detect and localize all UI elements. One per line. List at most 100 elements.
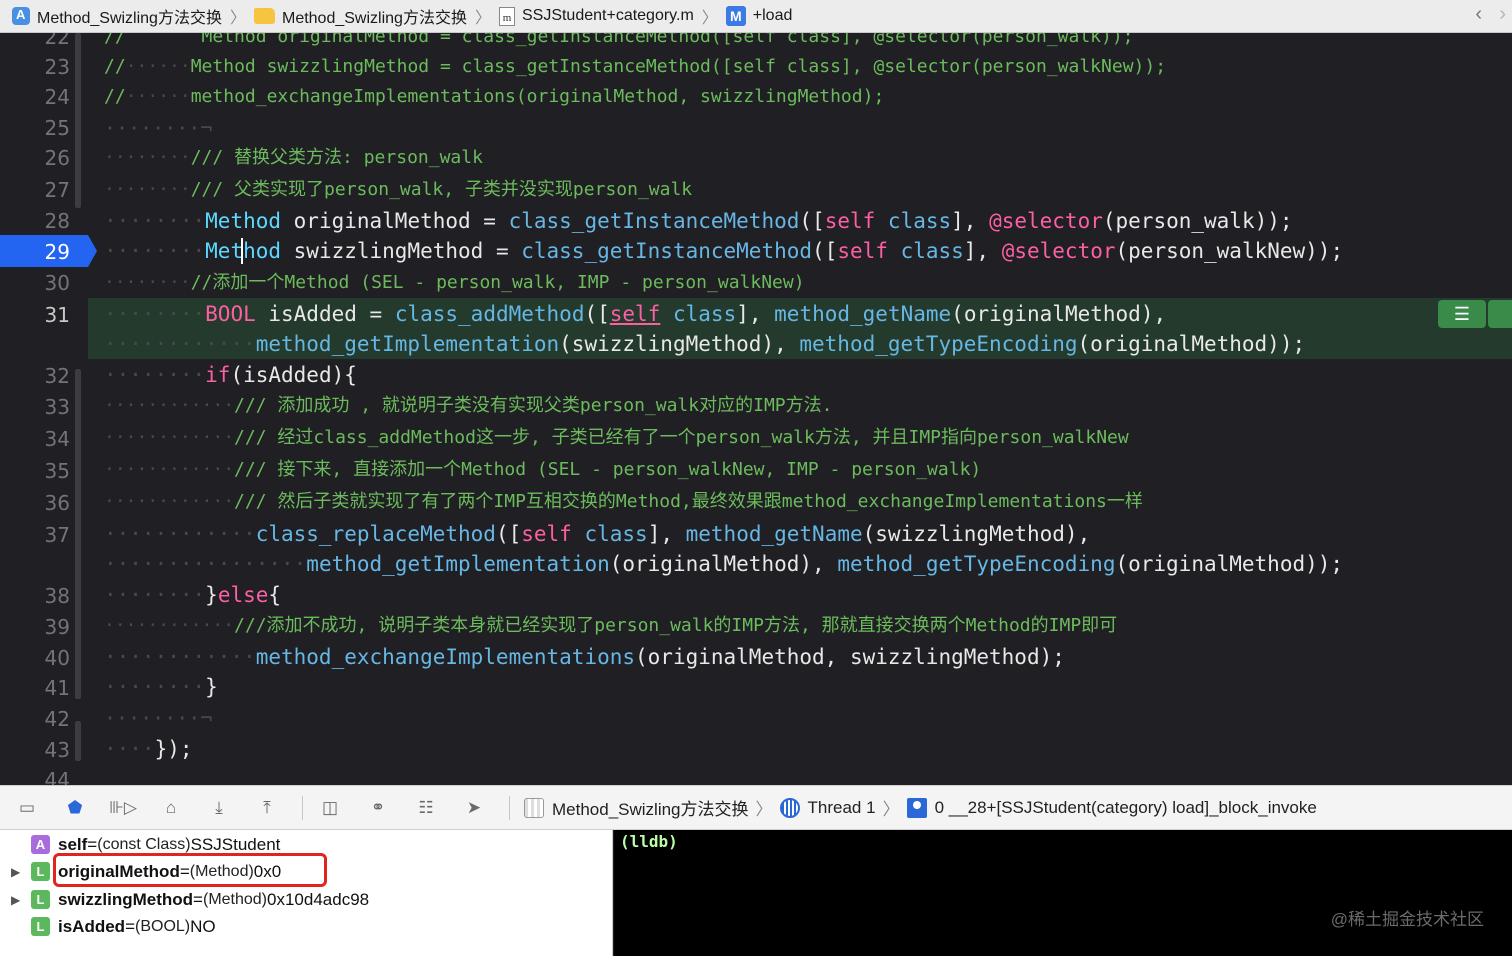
crumb-project[interactable]: Method_Swizling方法交换 (12, 4, 222, 28)
code-folding-ribbon[interactable] (75, 33, 84, 785)
comment-text: /// 添加成功 , 就说明子类没有实现父类person_walk对应的IMP方… (234, 395, 833, 416)
local-badge-icon: L (31, 917, 50, 936)
code-line-41: ········} (104, 675, 218, 699)
code-line-31-cont: ············method_getImplementation(swi… (104, 332, 1306, 356)
comment-slashes: // (104, 56, 126, 77)
code-line-24: //······method_exchangeImplementations(o… (104, 86, 885, 107)
comment-text: /// 然后子类就实现了有了两个IMP互相交换的Method,最终效果跟meth… (234, 491, 1143, 512)
chevron-right-icon: 〉 (474, 10, 491, 27)
equals-sign: = (193, 889, 203, 909)
debug-process-crumb[interactable]: Method_Swizling方法交换 (524, 795, 749, 820)
code-line-38: ········}else{ (104, 583, 282, 607)
code-line-33: ············/// 添加成功 , 就说明子类没有实现父类person… (104, 395, 833, 416)
thread-icon (779, 797, 800, 818)
line-number: 41 (44, 676, 70, 700)
debug-bar: ▭ ⬟ ⊪▷ ⌂ ⤓ ⤒ ◫ ⚭ ☷ ➤ Method_Swizling方法交换… (0, 785, 1512, 830)
comment-text: /// 替换父类方法: person_walk (190, 147, 483, 168)
local-badge-icon: L (31, 862, 50, 881)
issue-list-icon[interactable]: ☰ (1438, 300, 1486, 328)
comment-text: ///添加不成功, 说明子类本身就已经实现了person_walk的IMP方法,… (234, 615, 1118, 636)
line-number: 24 (44, 85, 70, 109)
thread-label: Thread 1 (807, 797, 876, 817)
breakpoints-toggle-icon[interactable]: ⬟ (62, 796, 88, 820)
variable-type: (const Class) (97, 835, 191, 853)
view-hierarchy-icon[interactable]: ◫ (317, 796, 343, 820)
crumb-method-label: +load (752, 7, 793, 24)
hide-debug-area-icon[interactable]: ▭ (14, 796, 40, 820)
crumb-group[interactable]: Method_Swizling方法交换 (253, 4, 467, 28)
app-project-icon (12, 7, 30, 25)
argument-badge-icon: A (31, 835, 50, 854)
comment-text: Method swizzlingMethod = class_getInstan… (190, 56, 1167, 77)
variable-name: self (58, 834, 88, 854)
disclosure-triangle-icon[interactable]: ▶ (11, 865, 27, 879)
process-icon (524, 797, 544, 818)
equals-sign: = (125, 916, 135, 936)
line-number: 31 (44, 303, 70, 327)
line-number: 40 (44, 646, 70, 670)
code-line-23: //······Method swizzlingMethod = class_g… (104, 56, 1167, 77)
comment-text: /// 经过class_addMethod这一步, 子类已经有了一个person… (234, 427, 1129, 448)
code-line-32: ········if(isAdded){ (104, 363, 357, 387)
code-line-26: ········/// 替换父类方法: person_walk (104, 147, 483, 168)
step-into-icon[interactable]: ⤓ (206, 796, 232, 820)
line-number: 23 (44, 55, 70, 79)
code-line-28: ········Method originalMethod = class_ge… (104, 209, 1293, 233)
line-number: 44 (44, 768, 70, 785)
continue-icon[interactable]: ⊪▷ (109, 796, 137, 820)
issue-indicator[interactable] (1488, 300, 1512, 328)
m-file-icon: m (498, 6, 515, 26)
chevron-right-icon: 〉 (701, 10, 718, 27)
code-line-27: ········/// 父类实现了person_walk, 子类并没实现pers… (104, 179, 693, 200)
text-caret (241, 238, 243, 264)
line-number: 37 (44, 523, 70, 547)
line-number: 25 (44, 116, 70, 140)
line-number: 34 (44, 427, 70, 451)
lldb-prompt: (lldb) (620, 832, 678, 851)
source-editor[interactable]: 22 23 24 25 26 27 28 29 30 31 32 33 34 3… (0, 33, 1512, 785)
environment-overrides-icon[interactable]: ☷ (413, 796, 439, 820)
variable-type: (Method) (202, 890, 268, 908)
code-line-39: ············///添加不成功, 说明子类本身就已经实现了person… (104, 615, 1118, 636)
chevron-right-icon: 〉 (755, 800, 773, 819)
crumb-group-label: Method_Swizling方法交换 (281, 10, 467, 27)
line-number: 35 (44, 459, 70, 483)
crumb-file[interactable]: m SSJStudent+category.m (498, 6, 694, 26)
disclosure-triangle-icon[interactable]: ▶ (11, 893, 27, 907)
variable-row[interactable]: ▶ L swizzlingMethod = (Method) 0x10d4adc… (0, 886, 369, 913)
variable-value: NO (190, 916, 216, 936)
debug-thread-crumb[interactable]: Thread 1 (779, 797, 876, 818)
crumb-method[interactable]: M +load (725, 6, 793, 26)
forward-icon[interactable]: › (1499, 3, 1506, 26)
variable-name: isAdded (58, 916, 126, 936)
code-line-37: ············class_replaceMethod([self cl… (104, 522, 1091, 546)
method-icon: M (725, 6, 746, 26)
line-number: 42 (44, 707, 70, 731)
variable-type: (BOOL) (135, 917, 191, 935)
line-number: 38 (44, 584, 70, 608)
line-number: 39 (44, 615, 70, 639)
stack-frame-icon (906, 797, 927, 818)
code-line-40: ············method_exchangeImplementatio… (104, 645, 1065, 669)
frame-label: 0 __28+[SSJStudent(category) load]_block… (934, 797, 1317, 817)
variable-row[interactable]: L isAdded = (BOOL) NO (0, 913, 216, 940)
chevron-right-icon: 〉 (229, 10, 246, 27)
code-line-42: ········¬ (104, 706, 213, 730)
memory-graph-icon[interactable]: ⚭ (365, 796, 391, 820)
step-over-icon[interactable]: ⌂ (158, 796, 184, 820)
code-line-29: ········Method swizzlingMethod = class_g… (104, 239, 1344, 263)
crumb-file-label: SSJStudent+category.m (521, 7, 694, 24)
simulate-location-icon[interactable]: ➤ (461, 796, 487, 820)
debug-console[interactable]: (lldb) @稀土掘金技术社区 (614, 830, 1512, 956)
line-number: 43 (44, 738, 70, 762)
code-line-43: ····}); (104, 737, 193, 761)
line-number: 32 (44, 364, 70, 388)
variables-view[interactable]: A self = (const Class) SSJStudent ▶ L or… (0, 830, 613, 956)
code-line-30: ········//添加一个Method (SEL - person_walk,… (104, 272, 805, 293)
step-out-icon[interactable]: ⤒ (254, 796, 280, 820)
local-badge-icon: L (31, 890, 50, 909)
jump-bar: Method_Swizling方法交换 〉 Method_Swizling方法交… (0, 0, 1512, 33)
debug-frame-crumb[interactable]: 0 __28+[SSJStudent(category) load]_block… (906, 797, 1317, 818)
back-icon[interactable]: ‹ (1475, 3, 1482, 26)
line-number: 27 (44, 178, 70, 202)
